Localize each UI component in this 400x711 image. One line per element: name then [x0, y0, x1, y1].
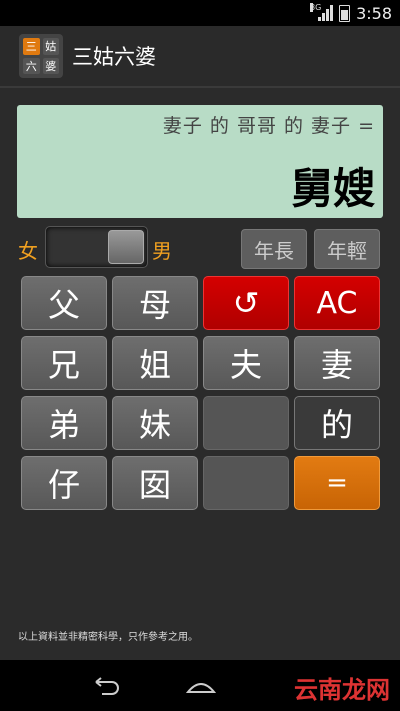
clear-key[interactable]: AC — [294, 276, 380, 330]
undo-key[interactable]: ↺ — [203, 276, 289, 330]
back-icon[interactable] — [92, 676, 120, 696]
of-key[interactable]: 的 — [294, 396, 380, 450]
equals-key[interactable]: = — [294, 456, 380, 510]
female-label: 女 — [18, 239, 38, 263]
result-display: 妻子 的 哥哥 的 妻子 = 舅嫂 — [17, 105, 383, 218]
app-title: 三姑六婆 — [72, 45, 156, 69]
gender-toggle[interactable] — [45, 226, 148, 268]
undo-icon: ↺ — [232, 284, 260, 322]
daughter-key[interactable]: 囡 — [112, 456, 198, 510]
logo-char: 姑 — [42, 38, 59, 55]
home-icon[interactable] — [186, 678, 216, 694]
expression-text: 妻子 的 哥哥 的 妻子 = — [162, 115, 375, 137]
logo-char: 婆 — [42, 57, 59, 74]
blank-key — [203, 396, 289, 450]
husband-key[interactable]: 夫 — [203, 336, 289, 390]
app-logo: 三 姑 六 婆 — [19, 34, 63, 78]
son-key[interactable]: 仔 — [21, 456, 107, 510]
clock: 3:58 — [356, 3, 392, 23]
status-bar: 3G 3:58 — [0, 0, 400, 26]
older-button[interactable]: 年長 — [241, 229, 307, 269]
wife-key[interactable]: 妻 — [294, 336, 380, 390]
mother-key[interactable]: 母 — [112, 276, 198, 330]
younger-button[interactable]: 年輕 — [314, 229, 380, 269]
older-sister-key[interactable]: 姐 — [112, 336, 198, 390]
male-label: 男 — [152, 239, 172, 263]
logo-char: 三 — [23, 38, 40, 55]
brother-key[interactable]: 兄 — [21, 336, 107, 390]
toggle-thumb[interactable] — [108, 230, 144, 264]
disclaimer-text: 以上資料並非精密科學，只作參考之用。 — [18, 632, 198, 643]
network-type: 3G — [310, 3, 322, 12]
app-bar: 三 姑 六 婆 三姑六婆 — [0, 26, 400, 88]
father-key[interactable]: 父 — [21, 276, 107, 330]
watermark: 云南龙网 — [294, 676, 390, 704]
battery-icon — [339, 4, 351, 22]
younger-sister-key[interactable]: 妹 — [112, 396, 198, 450]
logo-char: 六 — [23, 57, 40, 74]
younger-brother-key[interactable]: 弟 — [21, 396, 107, 450]
signal-icon: 3G — [310, 3, 334, 21]
result-text: 舅嫂 — [290, 164, 375, 213]
blank-key — [203, 456, 289, 510]
